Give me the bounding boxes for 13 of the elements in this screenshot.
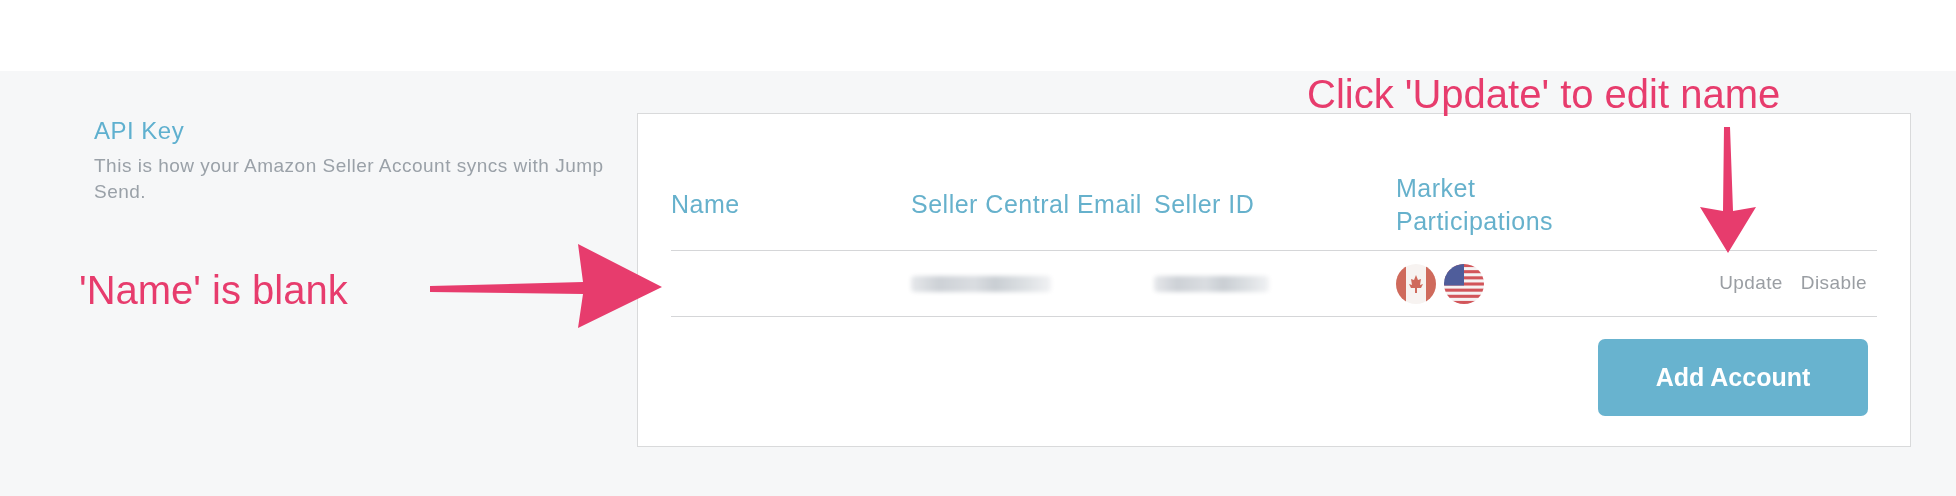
column-header: Seller ID <box>1154 189 1256 221</box>
annotation-text: Click 'Update' to edit name <box>1307 74 1781 114</box>
annotation-text: 'Name' is blank <box>79 270 348 310</box>
column-header: Seller Central Email <box>911 189 1143 221</box>
section-description: This is how your Amazon Seller Account syncs with Jump Send. <box>94 154 604 204</box>
action-link[interactable]: Update <box>1719 269 1783 298</box>
column-header: Market Participations <box>1396 173 1555 237</box>
add-account-button[interactable]: Add Account <box>1598 339 1868 416</box>
action-link[interactable]: Disable <box>1800 269 1867 298</box>
column-header: Name <box>671 189 741 221</box>
canada-flag-icon <box>1396 263 1436 304</box>
section-title: API Key <box>94 116 186 146</box>
usa-flag-icon <box>1444 263 1484 304</box>
